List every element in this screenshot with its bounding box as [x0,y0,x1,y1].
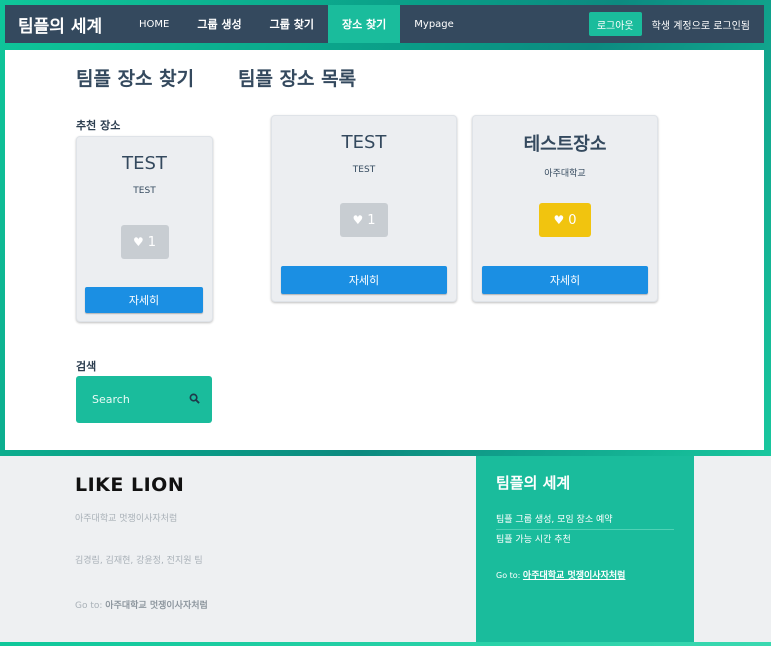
footer-panel-item: 팀플 가능 시간 추천 [496,535,571,545]
page-title: 팀플 장소 찾기 [76,68,195,90]
footer-goto-link[interactable]: 아주대학교 멋쟁이사자처럼 [105,601,208,611]
heart-icon: ♥ [352,213,364,227]
card-title: 테스트장소 [523,134,607,155]
like-button[interactable]: ♥ 1 [340,203,388,237]
card-subtitle: 아주대학교 [544,169,586,179]
like-button[interactable]: ♥ 0 [539,203,591,237]
search-label: 검색 [76,360,97,373]
nav-links: HOME 그룹 생성 그룹 찾기 장소 찾기 Mypage [125,5,468,43]
footer-members: 김경림, 김재현, 강윤정, 전지원 팀 [75,556,203,566]
recommended-card: TEST TEST ♥ 1 자세히 [76,136,213,322]
card-title: TEST [341,132,387,153]
like-count: 1 [147,234,157,250]
like-count: 1 [367,212,376,228]
nav-find-group[interactable]: 그룹 찾기 [256,5,328,43]
detail-button[interactable]: 자세히 [482,266,648,294]
likelion-logo: LIKE LION [75,474,185,496]
like-count: 0 [568,212,577,228]
search-icon[interactable] [189,393,200,407]
nav-create-group[interactable]: 그룹 생성 [183,5,255,43]
brand-logo[interactable]: 팀플의 세계 [18,12,125,37]
footer-org: 아주대학교 멋쟁이사자처럼 [75,514,178,524]
card-subtitle: TEST [133,186,156,196]
nav-home[interactable]: HOME [125,5,183,43]
heart-icon: ♥ [553,213,565,227]
footer-panel-item: 팀플 그룹 생성, 모임 장소 예약 [496,512,674,530]
navbar: 팀플의 세계 HOME 그룹 생성 그룹 찾기 장소 찾기 Mypage 로그아… [5,5,764,43]
heart-icon: ♥ [132,235,144,249]
nav-find-place[interactable]: 장소 찾기 [327,5,401,43]
main-content: 팀플 장소 찾기 팀플 장소 목록 추천 장소 TEST TEST ♥ 1 자세… [5,50,764,450]
list-title: 팀플 장소 목록 [238,68,357,90]
detail-button[interactable]: 자세히 [281,266,447,294]
search-input[interactable]: Search [76,376,212,423]
nav-right: 로그아웃 학생 계정으로 로그인됨 [588,12,750,36]
footer-panel-title: 팀플의 세계 [496,474,571,492]
detail-button[interactable]: 자세히 [85,287,203,313]
footer-strip [0,642,771,646]
place-card: TEST TEST ♥ 1 자세히 [271,115,457,302]
card-subtitle: TEST [352,165,376,175]
recommended-label: 추천 장소 [76,119,121,132]
logout-button[interactable]: 로그아웃 [588,12,642,36]
search-placeholder: Search [92,393,130,406]
like-button[interactable]: ♥ 1 [120,225,169,259]
login-status: 학생 계정으로 로그인됨 [651,20,750,32]
footer: LIKE LION 아주대학교 멋쟁이사자처럼 김경림, 김재현, 강윤정, 전… [0,456,771,646]
goto-prefix: Go to: [496,571,521,580]
place-card: 테스트장소 아주대학교 ♥ 0 자세히 [472,115,658,302]
card-title: TEST [122,153,167,174]
goto-prefix: Go to: [75,601,103,611]
footer-panel: 팀플의 세계 팀플 그룹 생성, 모임 장소 예약 팀플 가능 시간 추천 Go… [476,456,694,646]
footer-goto: Go to: 아주대학교 멋쟁이사자처럼 [75,598,208,611]
footer-panel-goto: Go to: 아주대학교 멋쟁이사자처럼 [496,568,625,581]
nav-mypage[interactable]: Mypage [400,5,468,43]
footer-panel-goto-link[interactable]: 아주대학교 멋쟁이사자처럼 [523,571,626,581]
